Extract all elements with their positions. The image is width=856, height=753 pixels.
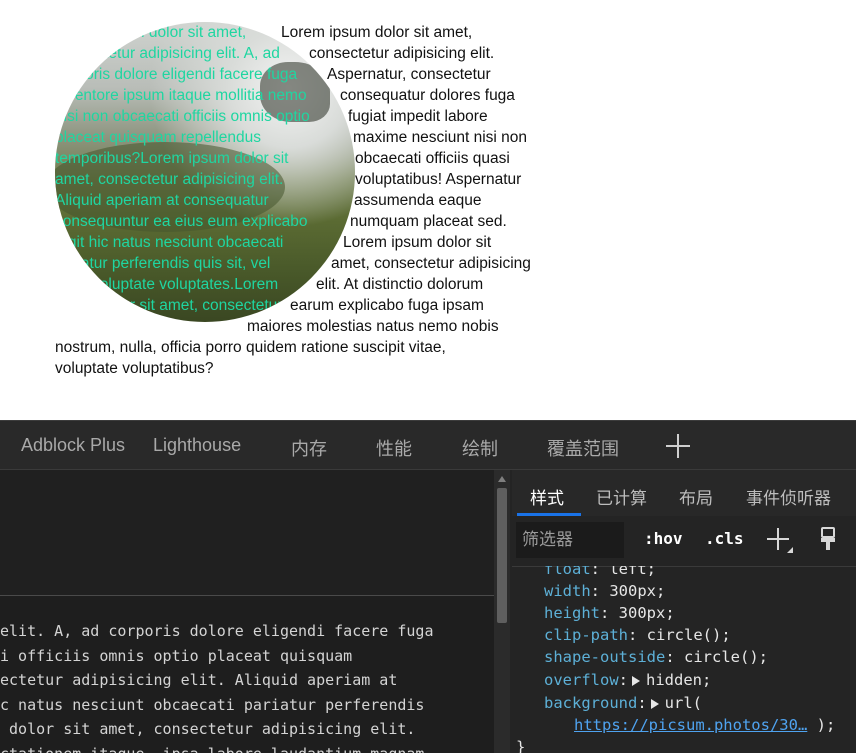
new-rule-menu-icon[interactable] xyxy=(787,547,793,553)
devtools-tabbar: Adblock Plus Lighthouse 内存 性能 绘制 覆盖范围 xyxy=(0,420,856,470)
filter-input[interactable] xyxy=(516,522,624,558)
css-declaration[interactable]: clip-path: circle(); xyxy=(544,626,731,644)
css-value[interactable]: url( xyxy=(665,694,702,712)
css-declaration[interactable]: width: 300px; xyxy=(544,582,665,600)
text-line: obcaecati officiis quasi xyxy=(355,150,510,167)
text-line: numquam placeat sed. xyxy=(350,213,507,230)
text-line: elit. At distinctio dolorum xyxy=(316,276,484,293)
text-line: fugiat impedit labore xyxy=(348,108,488,125)
text-line: maxime nesciunt nisi non xyxy=(353,129,528,146)
scroll-thumb[interactable] xyxy=(497,488,507,623)
code-line: dolor sit amet, consectetur adipisicing … xyxy=(0,720,416,738)
css-value[interactable]: circle(); xyxy=(684,648,768,666)
styles-toolbar: :hov .cls xyxy=(512,516,856,567)
css-property[interactable]: width xyxy=(544,582,591,600)
tab-performance[interactable]: 性能 xyxy=(376,435,412,461)
text-line: earum explicabo fuga ipsam xyxy=(290,297,484,314)
text-line: nostrum, nulla, officia porro quidem rat… xyxy=(55,339,446,356)
dom-tree-area xyxy=(0,470,494,596)
code-line: ctationem itaque, ipsa labore laudantium… xyxy=(0,742,494,753)
css-property[interactable]: float xyxy=(544,566,591,578)
devtools-panel: Adblock Plus Lighthouse 内存 性能 绘制 覆盖范围 el… xyxy=(0,420,856,753)
code-line: ectetur adipisicing elit. Aliquid aperia… xyxy=(0,671,398,689)
url-close: ); xyxy=(816,716,836,734)
css-value[interactable]: 300px; xyxy=(619,604,675,622)
tab-event-listeners[interactable]: 事件侦听器 xyxy=(746,484,831,509)
elements-pane: elit. A, ad corporis dolore eligendi fac… xyxy=(0,470,494,753)
text-line: Lorem ipsum dolor sit amet, xyxy=(281,24,473,41)
new-rule-plus-icon[interactable] xyxy=(767,528,789,550)
code-line: c natus nesciunt obcaecati pariatur perf… xyxy=(0,695,425,714)
text-line: assumenda eaque xyxy=(354,192,482,209)
css-declaration[interactable]: height: 300px; xyxy=(544,604,675,622)
css-value[interactable]: hidden; xyxy=(646,671,711,689)
css-property[interactable]: height xyxy=(544,604,600,622)
text-line: consequatur dolores fuga xyxy=(340,87,515,104)
cls-button[interactable]: .cls xyxy=(705,529,744,548)
source-code: elit. A, ad corporis dolore eligendi fac… xyxy=(0,619,494,753)
text-line: voluptatibus! Aspernatur xyxy=(355,171,522,188)
scroll-up-arrow-icon[interactable] xyxy=(498,476,506,482)
hov-button[interactable]: :hov xyxy=(644,529,683,548)
css-property[interactable]: clip-path xyxy=(544,626,628,644)
add-tab-plus-icon[interactable] xyxy=(666,434,690,458)
page-preview: Lorem ipsum dolor sit amet, consectetur … xyxy=(0,0,856,420)
css-declarations: float: left; width: 300px; height: 300px… xyxy=(512,566,856,753)
text-line: Lorem ipsum dolor sit xyxy=(343,234,492,251)
css-declaration[interactable]: background: url( xyxy=(544,694,702,712)
tab-layout[interactable]: 布局 xyxy=(679,484,713,509)
code-line: i officiis omnis optio placeat quisquam xyxy=(0,646,353,665)
css-declaration[interactable]: overflow: hidden; xyxy=(544,671,711,689)
css-url-line[interactable]: https://picsum.photos/30… ); xyxy=(574,716,835,734)
tab-adblock-plus[interactable]: Adblock Plus xyxy=(21,435,125,456)
css-value[interactable]: 300px; xyxy=(609,582,665,600)
styles-tabbar: 样式 已计算 布局 事件侦听器 xyxy=(512,470,856,517)
tab-computed[interactable]: 已计算 xyxy=(596,484,647,509)
css-value[interactable]: left; xyxy=(609,566,656,578)
css-property[interactable]: background xyxy=(544,694,637,712)
styles-pane: 样式 已计算 布局 事件侦听器 :hov .cls float: left; w… xyxy=(512,470,856,753)
expand-triangle-icon[interactable] xyxy=(632,675,640,686)
css-declaration[interactable]: shape-outside: circle(); xyxy=(544,648,768,666)
expand-triangle-icon[interactable] xyxy=(650,698,659,709)
css-declaration[interactable]: float: left; xyxy=(544,566,656,578)
css-property[interactable]: shape-outside xyxy=(544,648,665,666)
wrapped-paragraph: Lorem ipsum dolor sit amet, consectetur … xyxy=(0,22,856,402)
text-line: amet, consectetur adipisicing xyxy=(331,255,531,272)
text-line: Aspernatur, consectetur xyxy=(327,66,491,83)
tab-lighthouse[interactable]: Lighthouse xyxy=(153,435,241,456)
tab-memory[interactable]: 内存 xyxy=(291,435,327,461)
paint-brush-icon[interactable] xyxy=(818,527,840,551)
tab-rendering[interactable]: 绘制 xyxy=(462,435,498,461)
tab-styles[interactable]: 样式 xyxy=(530,484,564,509)
text-line: maiores molestias natus nemo nobis xyxy=(247,318,499,335)
close-brace: } xyxy=(516,738,526,753)
css-value[interactable]: circle(); xyxy=(647,626,731,644)
css-property[interactable]: overflow xyxy=(544,671,619,689)
text-line: consectetur adipisicing elit. xyxy=(309,45,495,62)
tab-coverage[interactable]: 覆盖范围 xyxy=(547,435,619,461)
code-line: elit. A, ad corporis dolore eligendi fac… xyxy=(0,622,434,640)
text-line: voluptate voluptatibus? xyxy=(55,360,214,377)
vertical-scrollbar[interactable] xyxy=(494,470,510,753)
image-url-link[interactable]: https://picsum.photos/30… xyxy=(574,716,807,734)
